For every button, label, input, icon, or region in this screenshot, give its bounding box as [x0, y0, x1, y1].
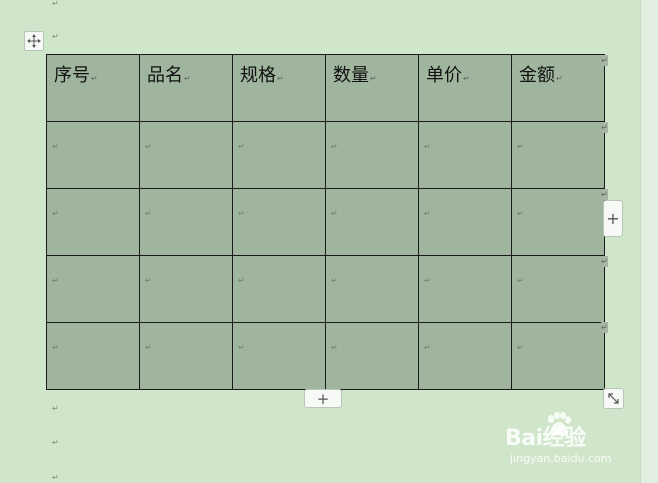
cell-end-mark: ↵	[517, 343, 524, 352]
row-end-mark: ↵	[601, 55, 608, 66]
cell-end-mark: ↵	[238, 142, 245, 151]
cell-end-mark: ↵	[145, 343, 152, 352]
table-row: ↵ ↵ ↵ ↵ ↵ ↵	[46, 121, 605, 189]
baidu-watermark: Bai经验 jingyan.baidu.com	[505, 412, 635, 470]
row-end-mark: ↵	[601, 189, 608, 200]
vertical-scrollbar[interactable]	[640, 0, 658, 483]
resize-diagonal-icon	[608, 393, 619, 404]
table-row: ↵ ↵ ↵ ↵ ↵ ↵	[46, 188, 605, 256]
table-cell[interactable]: ↵	[511, 322, 605, 390]
cell-end-mark: ↵	[331, 276, 338, 285]
table-cell[interactable]: ↵	[418, 322, 512, 390]
cell-end-mark: ↵	[331, 343, 338, 352]
cell-end-mark: ↵	[517, 142, 524, 151]
table-resize-handle[interactable]	[603, 388, 624, 409]
cell-end-mark: ↵	[517, 209, 524, 218]
header-label: 数量	[333, 65, 369, 86]
watermark-brand: Bai经验	[505, 426, 586, 451]
cell-end-mark: ↵	[52, 209, 59, 218]
cell-end-mark: ↵	[424, 276, 431, 285]
header-label: 金额	[519, 65, 555, 86]
table-header-row: 序号↵ 品名↵ 规格↵ 数量↵ 单价↵ 金额 ↵	[46, 54, 605, 122]
cell-end-mark: ↵	[238, 276, 245, 285]
cell-end-mark: ↵	[145, 276, 152, 285]
table-cell[interactable]: ↵	[232, 188, 326, 256]
table-cell[interactable]: ↵	[418, 255, 512, 323]
table-cell[interactable]: ↵	[511, 188, 605, 256]
table-cell[interactable]: ↵	[418, 121, 512, 189]
paragraph-mark: ↵	[52, 0, 59, 8]
row-end-mark: ↵	[601, 256, 608, 267]
add-column-button[interactable]: +	[603, 200, 623, 237]
cell-end-mark: ↵	[331, 142, 338, 151]
table-cell[interactable]: ↵	[46, 188, 140, 256]
paragraph-mark: ↵	[52, 473, 59, 482]
table-cell[interactable]: ↵	[325, 322, 419, 390]
move-arrows-icon	[27, 34, 41, 48]
table-cell[interactable]: ↵	[139, 121, 233, 189]
table-header-cell[interactable]: 金额 ↵	[511, 54, 605, 122]
table-cell[interactable]: ↵	[46, 121, 140, 189]
cell-end-mark: ↵	[238, 209, 245, 218]
add-row-button[interactable]: +	[304, 389, 342, 408]
table-cell[interactable]: ↵	[511, 121, 605, 189]
table-header-cell[interactable]: 品名↵	[139, 54, 233, 122]
cell-end-mark: ↵	[52, 276, 59, 285]
watermark-url: jingyan.baidu.com	[510, 452, 612, 465]
document-page[interactable]: ↵ ↵ 序号↵ 品名↵ 规格↵ 数量↵ 单价↵ 金额↵ ↵ ↵ ↵ ↵ ↵ ↵ …	[0, 0, 640, 483]
table-header-cell[interactable]: 序号↵	[46, 54, 140, 122]
table-cell[interactable]: ↵	[139, 188, 233, 256]
cell-end-mark: ↵	[424, 209, 431, 218]
table-move-handle[interactable]	[24, 31, 44, 51]
table-cell[interactable]: ↵	[232, 322, 326, 390]
header-label: 规格	[240, 65, 276, 86]
cell-end-mark: ↵	[424, 343, 431, 352]
table-row: ↵ ↵ ↵ ↵ ↵ ↵	[46, 322, 605, 390]
header-label: 品名	[147, 65, 183, 86]
cell-end-mark: ↵	[145, 209, 152, 218]
table-row: ↵ ↵ ↵ ↵ ↵ ↵	[46, 255, 605, 323]
header-label: 单价	[426, 65, 462, 86]
document-table[interactable]: 序号↵ 品名↵ 规格↵ 数量↵ 单价↵ 金额↵ ↵ ↵ ↵ ↵ ↵ ↵ ↵ ↵ …	[46, 54, 605, 390]
row-end-mark: ↵	[601, 122, 608, 133]
table-cell[interactable]: ↵	[511, 255, 605, 323]
cell-end-mark: ↵	[238, 343, 245, 352]
table-cell[interactable]: ↵	[139, 255, 233, 323]
cell-end-mark: ↵	[517, 276, 524, 285]
row-end-mark: ↵	[601, 322, 608, 333]
table-cell[interactable]: ↵	[232, 121, 326, 189]
cell-end-mark: ↵	[424, 142, 431, 151]
table-cell[interactable]: ↵	[325, 255, 419, 323]
table-header-cell[interactable]: 单价↵	[418, 54, 512, 122]
cell-end-mark: ↵	[145, 142, 152, 151]
table-header-cell[interactable]: 规格↵	[232, 54, 326, 122]
table-cell[interactable]: ↵	[46, 322, 140, 390]
paragraph-mark: ↵	[52, 438, 59, 447]
paragraph-mark: ↵	[52, 32, 59, 41]
table-cell[interactable]: ↵	[418, 188, 512, 256]
paragraph-mark: ↵	[52, 404, 59, 413]
table-cell[interactable]: ↵	[325, 121, 419, 189]
table-cell[interactable]: ↵	[139, 322, 233, 390]
cell-end-mark: ↵	[331, 209, 338, 218]
table-cell[interactable]: ↵	[325, 188, 419, 256]
header-label: 序号	[54, 65, 90, 86]
cell-end-mark: ↵	[52, 142, 59, 151]
cell-end-mark: ↵	[52, 343, 59, 352]
table-header-cell[interactable]: 数量↵	[325, 54, 419, 122]
table-cell[interactable]: ↵	[232, 255, 326, 323]
table-cell[interactable]: ↵	[46, 255, 140, 323]
